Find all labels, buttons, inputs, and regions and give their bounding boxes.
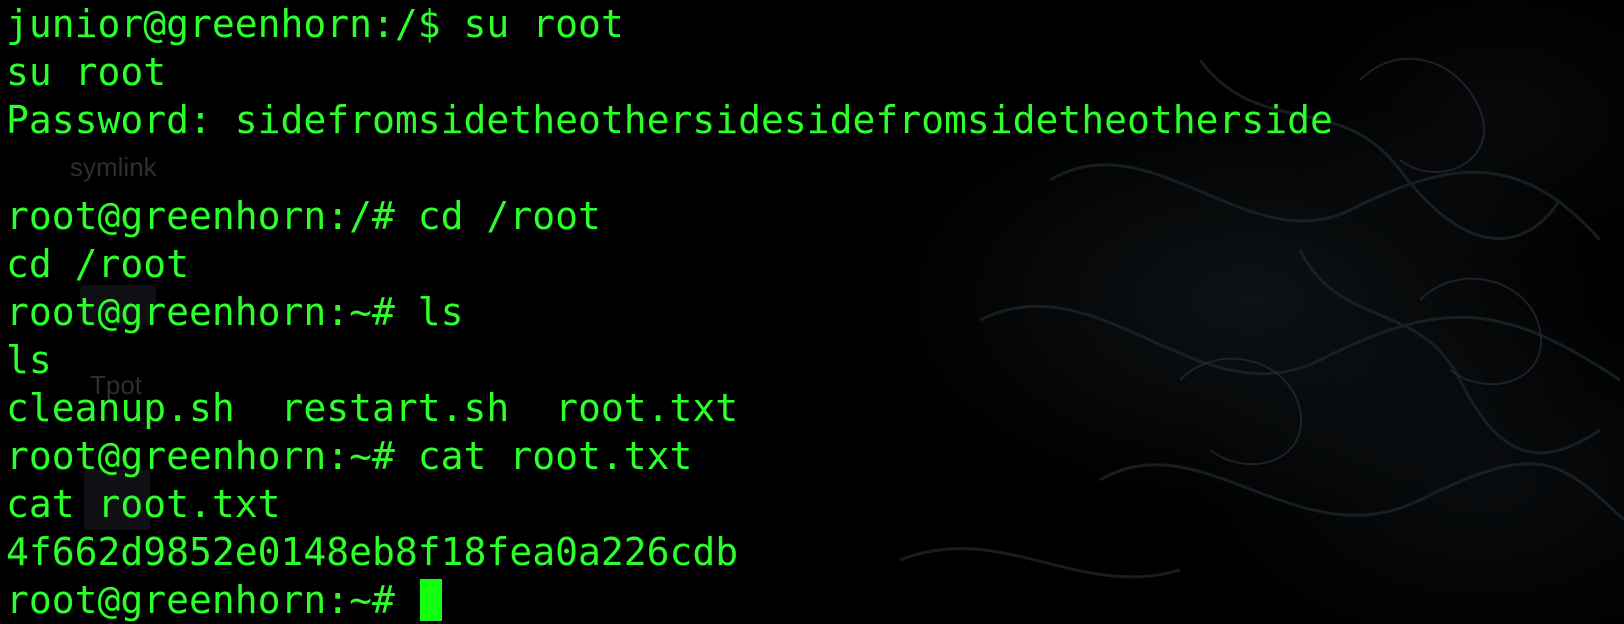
terminal-line: 4f662d9852e0148eb8f18fea0a226cdb: [6, 530, 739, 574]
terminal-line: root@greenhorn:~# ls: [6, 290, 464, 334]
terminal-window[interactable]: symlink Tpot junior@greenhorn:/$ su root…: [0, 0, 1624, 624]
terminal-output[interactable]: junior@greenhorn:/$ su root su root Pass…: [6, 0, 1333, 624]
terminal-line: su root: [6, 50, 167, 94]
terminal-line: cd /root: [6, 242, 190, 286]
terminal-line: junior@greenhorn:/$ su root: [6, 2, 624, 46]
terminal-line: cleanup.sh restart.sh root.txt: [6, 386, 739, 430]
terminal-cursor[interactable]: [419, 579, 442, 621]
terminal-line: ls: [6, 338, 52, 382]
terminal-line: Password: sidefromsidetheothersidesidefr…: [6, 98, 1333, 142]
terminal-line: root@greenhorn:/# cd /root: [6, 194, 601, 238]
current-prompt: root@greenhorn:~#: [6, 578, 418, 622]
terminal-line: cat root.txt: [6, 482, 281, 526]
terminal-input-line[interactable]: root@greenhorn:~#: [6, 576, 1333, 624]
terminal-line: root@greenhorn:~# cat root.txt: [6, 434, 693, 478]
